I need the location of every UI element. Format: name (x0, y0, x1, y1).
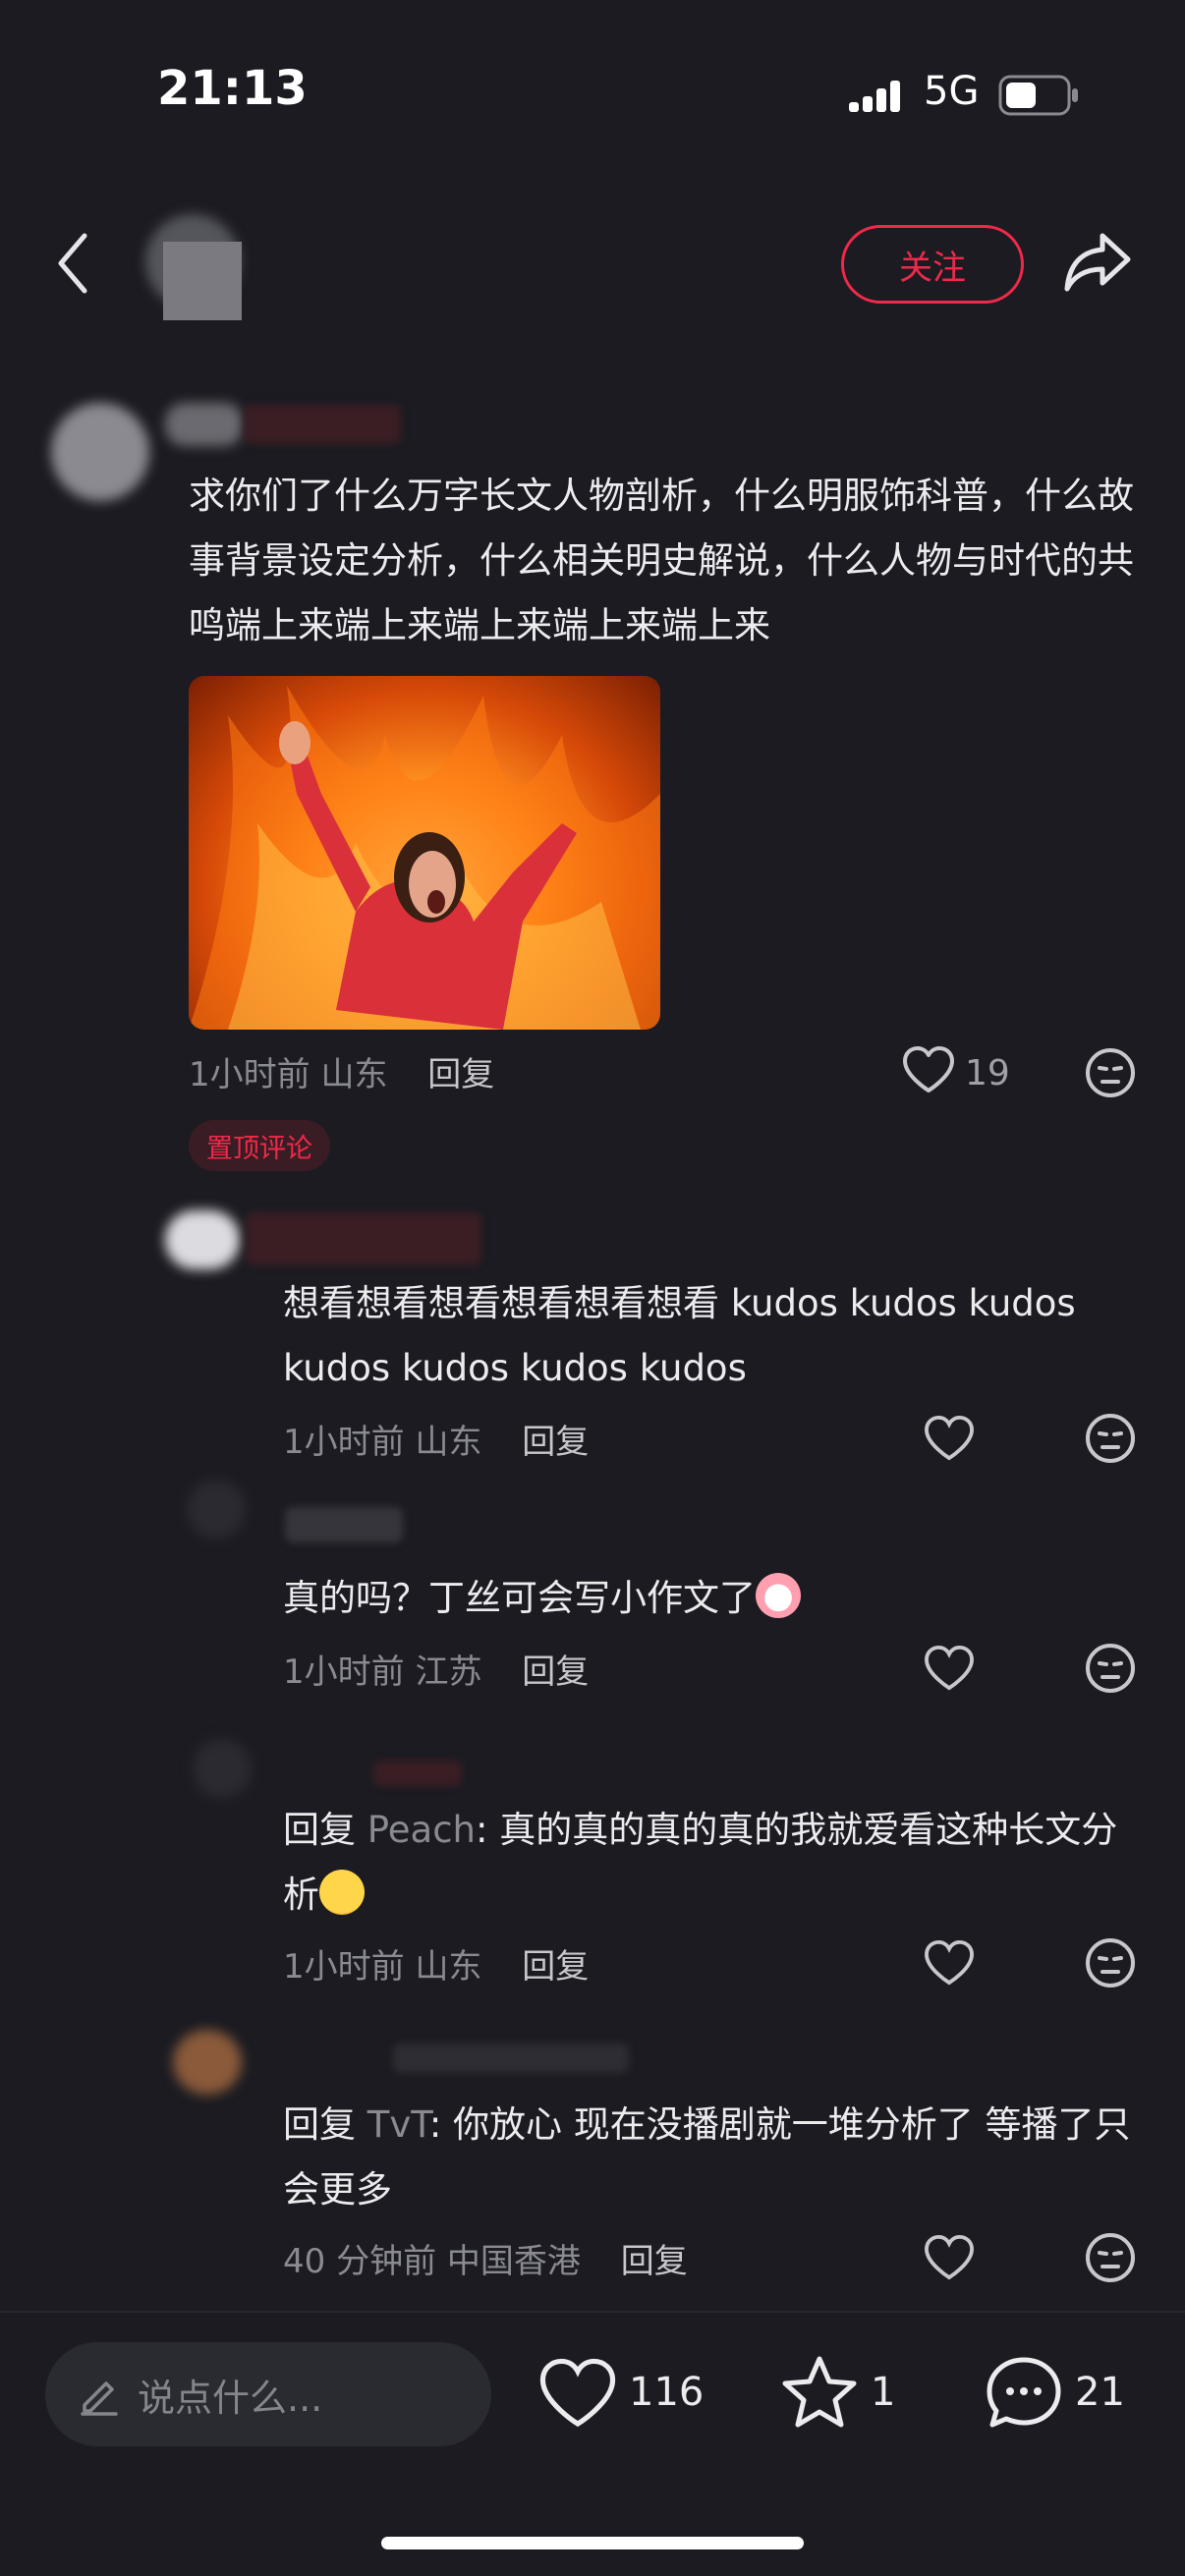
bottom-divider (0, 2311, 1185, 2313)
sad-face-icon[interactable] (1085, 1643, 1136, 1694)
commenter-avatar[interactable] (51, 403, 149, 501)
reply-to-user[interactable]: TvT (367, 2103, 429, 2146)
star-icon[interactable] (780, 2354, 859, 2431)
reply-location: 山东 (415, 1947, 482, 1987)
reply-button[interactable]: 回复 (621, 2242, 688, 2281)
sad-face-icon[interactable] (1085, 1413, 1136, 1464)
reply-4-meta: 40 分钟前 中国香港 回复 (283, 2234, 688, 2282)
reply-location: 中国香港 (446, 2242, 581, 2281)
reply-time: 1小时前 (283, 1423, 405, 1462)
reply-avatar[interactable] (165, 1210, 240, 1269)
comment-time: 1小时前 (189, 1055, 310, 1094)
reply-2-meta: 1小时前 江苏 回复 (283, 1645, 589, 1693)
reply-avatar[interactable] (193, 1739, 252, 1798)
reply-1-meta: 1小时前 山东 回复 (283, 1415, 589, 1463)
star-count: 1 (871, 2370, 896, 2415)
pinned-badge: 置顶评论 (189, 1120, 330, 1171)
main-comment-text: 求你们了什么万字长文人物剖析，什么明服饰科普，什么故事背景设定分析，什么相关明史… (189, 475, 1134, 646)
comment-image[interactable] (189, 676, 660, 1030)
battery-icon (998, 75, 1081, 116)
signal-icon (849, 75, 912, 118)
heart-icon[interactable] (924, 2234, 975, 2281)
heart-icon[interactable] (924, 1939, 975, 1987)
sad-face-icon[interactable] (1085, 1937, 1136, 1988)
reply-name (373, 1761, 462, 1786)
comment-input-placeholder: 说点什么... (138, 2376, 323, 2420)
comment-input[interactable]: 说点什么... (45, 2342, 491, 2446)
reply-button[interactable]: 回复 (522, 1947, 589, 1987)
reply-button[interactable]: 回复 (427, 1055, 494, 1094)
reply-to-user[interactable]: Peach (367, 1809, 476, 1851)
commenter-avatar-badge (165, 403, 244, 446)
heart-icon[interactable] (538, 2356, 617, 2431)
commenter-name (244, 405, 401, 444)
reply-3-meta: 1小时前 山东 回复 (283, 1939, 589, 1988)
sad-face-icon[interactable] (1085, 2232, 1136, 2283)
main-comment-meta: 1小时前 山东 回复 (189, 1047, 494, 1095)
heart-icon[interactable] (924, 1415, 975, 1462)
comment-count: 21 (1075, 2370, 1125, 2415)
reply-avatar[interactable] (173, 2030, 242, 2095)
reply-4-text: 回复 TvT: 你放心 现在没播剧就一堆分析了 等播了只会更多 (283, 2103, 1131, 2211)
reply-time: 40 分钟前 (283, 2242, 437, 2281)
reply-name (393, 2044, 629, 2073)
reply-button[interactable]: 回复 (522, 1652, 589, 1692)
reply-button[interactable]: 回复 (522, 1423, 589, 1462)
yum-face-emoji-icon (319, 1870, 365, 1915)
reply-1-text: 想看想看想看想看想看想看 kudos kudos kudos kudos kud… (283, 1282, 1076, 1389)
reply-name (246, 1212, 481, 1265)
reply-time: 1小时前 (283, 1947, 405, 1987)
comment-location: 山东 (320, 1055, 388, 1094)
author-avatar-image (163, 242, 242, 320)
reply-2-text: 真的吗？丁丝可会写小作文了 (283, 1566, 1148, 1631)
reply-time: 1小时前 (283, 1652, 405, 1692)
back-icon[interactable] (53, 232, 92, 295)
main-comment-like-count: 19 (965, 1053, 1010, 1093)
follow-button[interactable]: 关注 (841, 225, 1024, 304)
status-time: 21:13 (157, 61, 308, 116)
reply-location: 山东 (415, 1423, 482, 1462)
sad-face-icon[interactable] (1085, 1047, 1136, 1098)
like-count: 116 (629, 2370, 705, 2415)
edit-icon (77, 2372, 122, 2417)
home-indicator[interactable] (381, 2537, 804, 2549)
crying-clown-emoji-icon (756, 1573, 801, 1618)
reply-name (285, 1507, 403, 1542)
share-icon[interactable] (1061, 228, 1134, 297)
reply-location: 江苏 (415, 1652, 482, 1692)
heart-icon[interactable] (924, 1645, 975, 1692)
comment-icon[interactable] (985, 2354, 1063, 2433)
reply-3-text: 回复 Peach: 真的真的真的真的我就爱看这种长文分析 (283, 1809, 1118, 1916)
heart-icon[interactable] (902, 1045, 955, 1094)
network-label: 5G (924, 69, 980, 114)
reply-avatar[interactable] (187, 1480, 246, 1539)
